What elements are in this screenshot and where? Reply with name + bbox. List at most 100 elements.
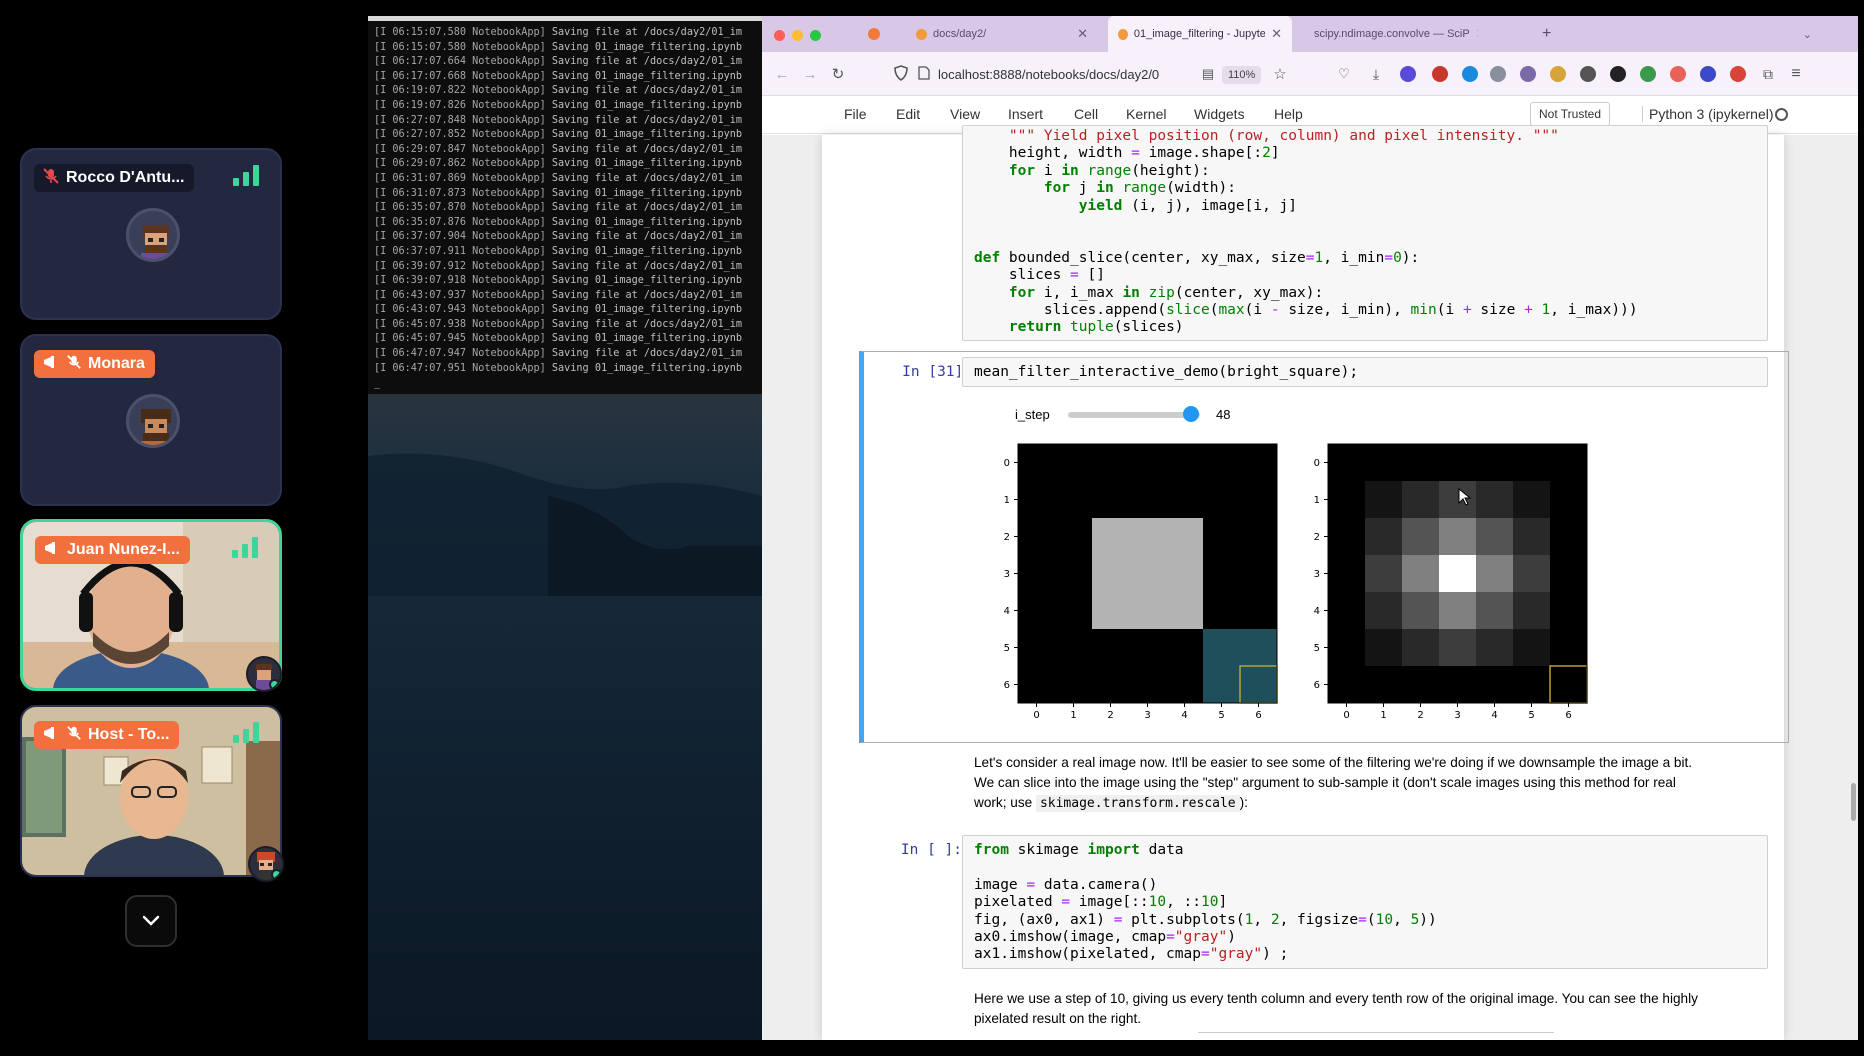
slider-track[interactable] (1068, 412, 1200, 418)
heatmap-cell (1550, 518, 1588, 556)
extension-icon[interactable] (1550, 66, 1566, 82)
expand-participants-button[interactable] (125, 895, 177, 947)
heatmap-cell (1166, 629, 1204, 667)
extension-icon[interactable] (1670, 66, 1686, 82)
x-tick-label: 0 (1343, 710, 1349, 721)
log-line: [I 06:27:07.852 NotebookApp] Saving 01_i… (374, 129, 743, 141)
code-cell-text: from skimage import data image = data.ca… (974, 842, 1437, 964)
tab-docs-day2[interactable]: docs/day2/ ✕ (906, 16, 1098, 52)
tab-list-icon[interactable]: ⌄ (1803, 28, 1812, 41)
menu-view[interactable]: View (950, 106, 980, 122)
url-bar[interactable]: localhost:8888/notebooks/docs/day2/0 (894, 60, 1234, 88)
code-line: ax0.imshow(image, cmap="gray") (974, 929, 1236, 946)
code-line: for i, i_max in zip(center, xy_max): (1008, 284, 1324, 301)
extension-icon[interactable] (1490, 66, 1506, 82)
back-icon[interactable]: ← (772, 64, 792, 84)
heatmap-cell (1513, 481, 1551, 519)
extension-icon[interactable] (1432, 66, 1448, 82)
downloads-icon[interactable]: ⤓ (1366, 64, 1386, 84)
online-status-dot (271, 869, 282, 880)
log-line: [I 06:17:07.664 NotebookApp] Saving file… (374, 56, 743, 68)
menu-insert[interactable]: Insert (1008, 106, 1043, 122)
signal-strength-icon (233, 165, 259, 186)
close-icon[interactable]: ✕ (1265, 26, 1282, 42)
not-trusted-button[interactable]: Not Trusted (1530, 102, 1611, 126)
heatmap-cell (1129, 592, 1167, 630)
log-line: [I 06:35:07.870 NotebookApp] Saving file… (374, 202, 743, 214)
heatmap-cell (1550, 666, 1588, 704)
zoom-window-button[interactable] (810, 30, 821, 41)
heatmap-plot-2: 0 1 2 3 4 5 6 0 1 2 3 4 5 6 (1314, 443, 1588, 721)
tab-image-filtering[interactable]: 01_image_filtering - Jupyter N ✕ (1108, 16, 1292, 52)
heatmap-cell (1166, 666, 1204, 704)
heatmap-cell (1203, 592, 1241, 630)
menu-help[interactable]: Help (1274, 106, 1303, 122)
extension-icon[interactable] (1580, 66, 1596, 82)
y-tick-label: 2 (1314, 532, 1320, 543)
heatmap-cell (1402, 481, 1440, 519)
log-line: [I 06:45:07.938 NotebookApp] Saving file… (374, 318, 743, 330)
menu-cell[interactable]: Cell (1074, 106, 1098, 122)
menu-file[interactable]: File (844, 106, 867, 122)
signal-strength-icon (232, 537, 258, 558)
extension-icon[interactable] (1400, 66, 1416, 82)
menu-kernel[interactable]: Kernel (1126, 106, 1166, 122)
heatmap-cell (1166, 518, 1204, 556)
close-icon[interactable]: ✕ (1470, 26, 1478, 42)
heatmap-cell (1092, 592, 1130, 630)
participant-tile-3[interactable]: Juan Nunez-I... (20, 519, 282, 691)
firefox-view-icon[interactable] (868, 28, 880, 40)
participant-tile-1[interactable]: Rocco D'Antu... (20, 148, 282, 320)
code-line: yield (i, j), image[i, j] (1078, 197, 1298, 214)
heatmap-cell (1513, 444, 1551, 482)
menu-icon[interactable]: ≡ (1786, 64, 1806, 84)
heatmap-cell (1328, 629, 1366, 667)
reload-icon[interactable]: ↻ (828, 64, 848, 84)
browser-window[interactable]: docs/day2/ ✕ 01_image_filtering - Jupyte… (762, 16, 1858, 1040)
tab-scipy-convolve[interactable]: scipy.ndimage.convolve — SciP ✕ (1298, 16, 1478, 52)
close-window-button[interactable] (774, 30, 785, 41)
zoom-level-badge[interactable]: 110% (1222, 66, 1262, 84)
chevron-down-icon (142, 915, 160, 926)
extension-icon[interactable] (1640, 66, 1656, 82)
extension-icon[interactable] (1700, 66, 1716, 82)
heatmap-cell (1240, 555, 1278, 593)
heatmap-cell (1550, 481, 1588, 519)
new-tab-button[interactable]: + (1532, 16, 1562, 52)
markdown-cell[interactable]: Let's consider a real image now. It'll b… (974, 753, 1774, 814)
markdown-cell[interactable]: Here we use a step of 10, giving us ever… (974, 989, 1774, 1029)
shield-icon[interactable] (894, 64, 908, 84)
kernel-status-icon (1775, 108, 1788, 121)
extension-icon[interactable] (1730, 66, 1746, 82)
slider-handle[interactable] (1182, 406, 1199, 422)
kernel-name[interactable]: Python 3 (ipykernel) (1642, 106, 1774, 122)
forward-icon[interactable]: → (800, 64, 820, 84)
x-tick-label: 4 (1181, 710, 1187, 721)
scrollbar-thumb[interactable] (1851, 783, 1856, 821)
reader-view-icon[interactable]: ▤ (1198, 64, 1218, 84)
y-tick-label: 0 (1004, 458, 1010, 469)
heatmap-cell (1476, 629, 1514, 667)
cell-prompt: In [31]: (902, 364, 972, 380)
heatmap-cell (1439, 629, 1477, 667)
menu-widgets[interactable]: Widgets (1194, 106, 1245, 122)
extensions-puzzle-icon[interactable]: ⧉ (1758, 64, 1778, 84)
bookmark-star-icon[interactable]: ☆ (1270, 64, 1290, 84)
heatmap-cell (1092, 518, 1130, 556)
extension-icon[interactable] (1462, 66, 1478, 82)
pocket-icon[interactable]: ♡ (1334, 64, 1354, 84)
participant-tile-2[interactable]: Monara (20, 334, 282, 506)
heatmap-cell (1018, 592, 1056, 630)
terminal-window[interactable]: [I 06:15:07.580 NotebookApp] Saving file… (368, 16, 762, 394)
extension-icon[interactable] (1610, 66, 1626, 82)
close-icon[interactable]: ✕ (1071, 26, 1088, 42)
x-tick-label: 5 (1218, 710, 1224, 721)
extension-icon[interactable] (1520, 66, 1536, 82)
heatmap-cell (1240, 592, 1278, 630)
y-tick-label: 4 (1314, 606, 1320, 617)
participant-tile-4[interactable]: Host - To... (20, 705, 282, 877)
menu-edit[interactable]: Edit (896, 106, 920, 122)
minimize-window-button[interactable] (792, 30, 803, 41)
